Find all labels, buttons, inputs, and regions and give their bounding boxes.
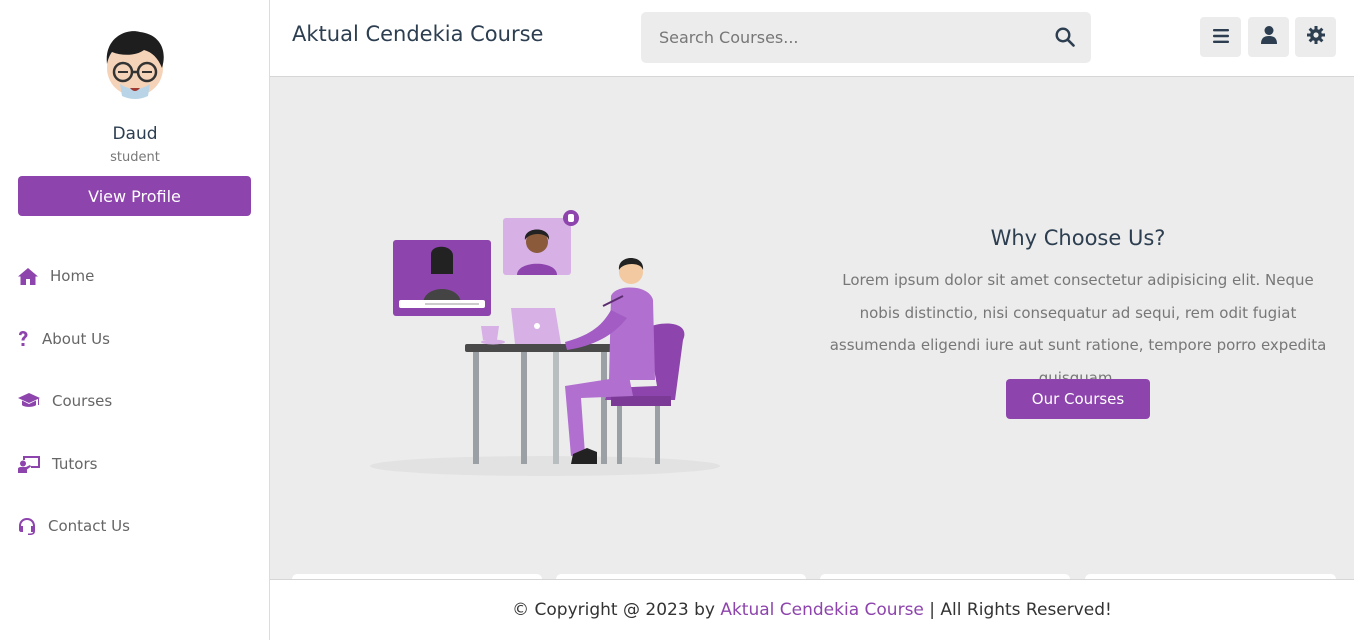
search-input[interactable] xyxy=(641,12,1041,63)
settings-button[interactable] xyxy=(1295,17,1336,57)
avatar[interactable] xyxy=(100,28,170,100)
question-icon xyxy=(18,329,34,349)
user-name: Daud xyxy=(112,124,158,144)
sidebar-item-home[interactable]: Home xyxy=(18,261,94,291)
menu-icon xyxy=(1212,28,1229,47)
footer-brand-link[interactable]: Aktual Cendekia Course xyxy=(720,600,924,620)
headset-icon xyxy=(18,516,40,536)
hero-title: Why Choose Us? xyxy=(990,226,1166,250)
sidebar-item-contact[interactable]: Contact Us xyxy=(18,511,130,541)
site-logo[interactable]: Aktual Cendekia Course xyxy=(292,22,543,46)
our-courses-button[interactable]: Our Courses xyxy=(1006,379,1150,419)
copyright-suffix: | All Rights Reserved! xyxy=(923,600,1112,620)
chalkboard-teacher-icon xyxy=(18,454,44,474)
sidebar-item-label: Courses xyxy=(52,392,113,410)
view-profile-button[interactable]: View Profile xyxy=(18,176,251,216)
graduation-cap-icon xyxy=(18,391,44,411)
copyright-prefix: © Copyright @ 2023 by xyxy=(512,600,721,620)
sidebar-item-courses[interactable]: Courses xyxy=(18,386,112,416)
user-role: student xyxy=(110,150,160,165)
sidebar-item-label: About Us xyxy=(42,330,110,348)
search-icon[interactable] xyxy=(1055,27,1075,47)
header: Aktual Cendekia Course xyxy=(270,0,1354,77)
footer: © Copyright @ 2023 by Aktual Cendekia Co… xyxy=(270,579,1354,640)
sidebar-item-tutors[interactable]: Tutors xyxy=(18,449,97,479)
sidebar-item-label: Contact Us xyxy=(48,517,130,535)
online-learning-illustration xyxy=(365,200,725,480)
sidebar-item-about[interactable]: About Us xyxy=(18,324,110,354)
sidebar-item-label: Tutors xyxy=(52,455,98,473)
search-box xyxy=(641,12,1091,63)
home-icon xyxy=(18,266,42,286)
sidebar: Daud student View Profile Home About Us … xyxy=(0,0,270,640)
sidebar-item-label: Home xyxy=(50,267,95,285)
settings-icon xyxy=(1306,26,1325,48)
menu-button[interactable] xyxy=(1200,17,1241,57)
user-icon xyxy=(1260,26,1277,48)
hero-description: Lorem ipsum dolor sit amet consectetur a… xyxy=(829,271,1327,387)
user-button[interactable] xyxy=(1248,17,1289,57)
